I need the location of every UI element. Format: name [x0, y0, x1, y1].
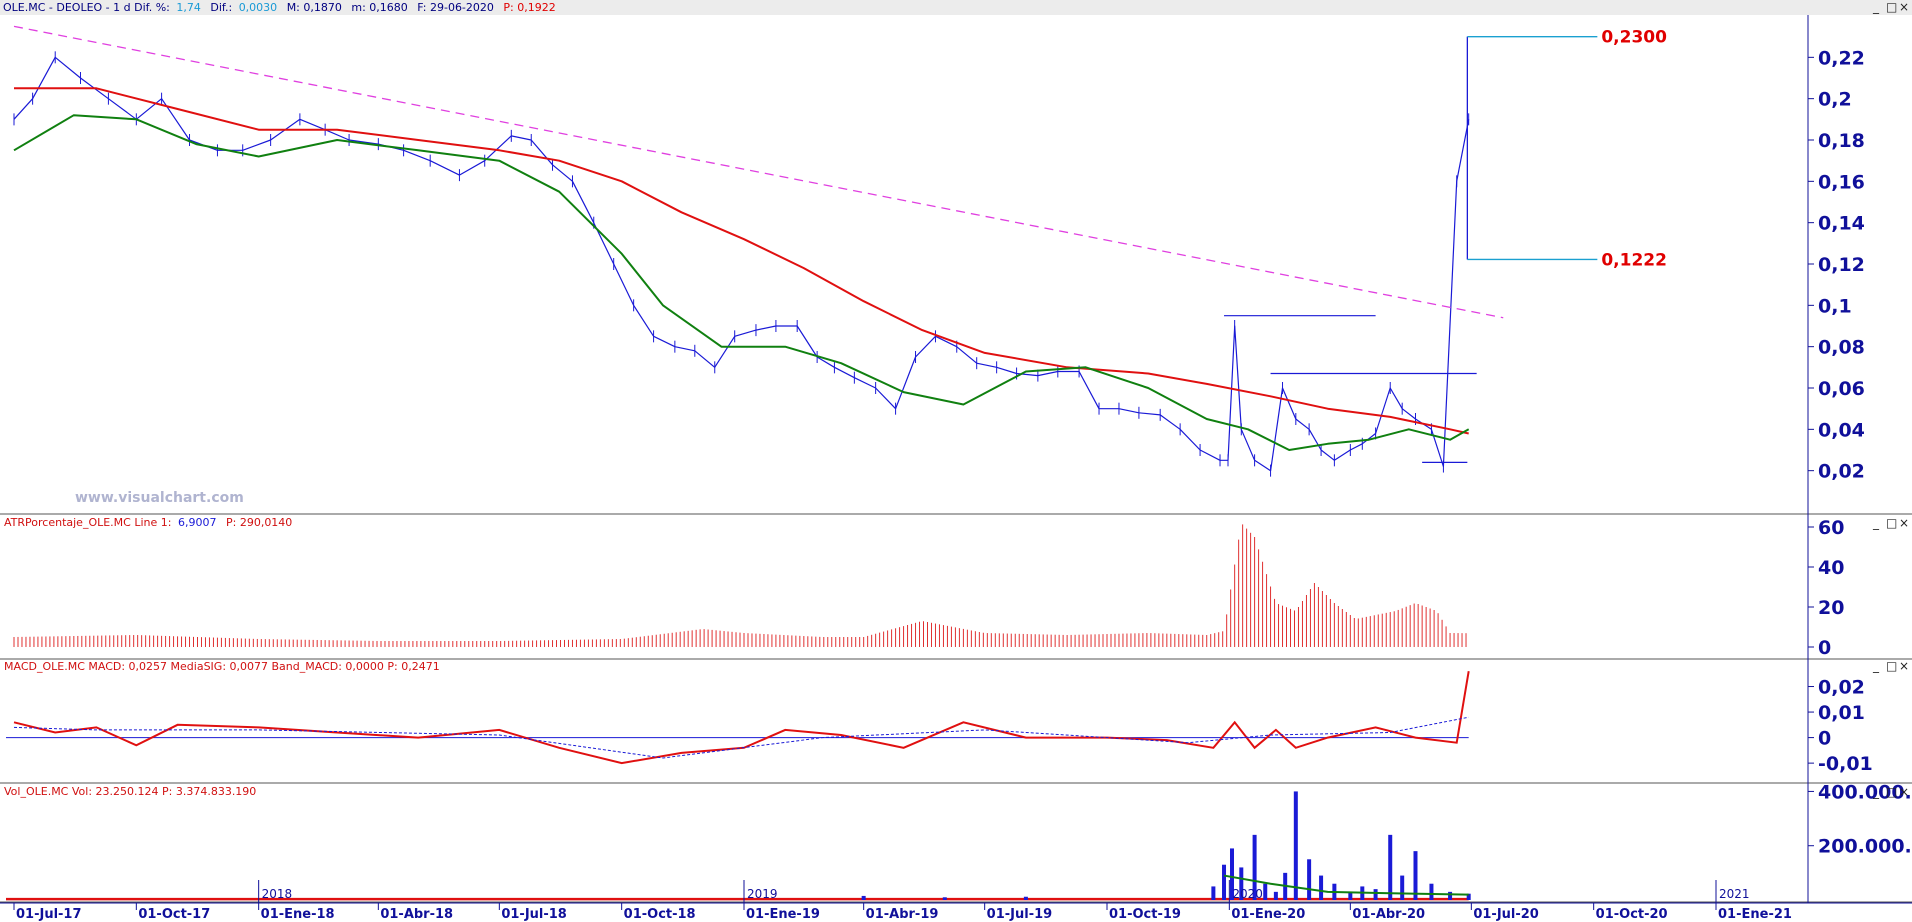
- volume-bar: [942, 897, 947, 900]
- volume-bar: [1388, 834, 1393, 900]
- volume-bar: [1263, 883, 1268, 900]
- series-ma_fast: [13, 114, 1470, 451]
- window-control-close[interactable]: ×: [1899, 659, 1909, 673]
- volume-bar: [1293, 791, 1298, 900]
- volume-bar: [1222, 864, 1227, 900]
- year-label: 2020: [1232, 887, 1263, 901]
- volume-bar: [1023, 896, 1028, 900]
- macd-ytick-label: 0,01: [1818, 702, 1865, 724]
- price-ytick-label: 0,18: [1818, 130, 1865, 152]
- header-dif: 0,0030: [239, 1, 278, 14]
- header-price: P: 0,1922: [503, 1, 555, 14]
- window-control-maximize[interactable]: □: [1886, 516, 1897, 530]
- header-min: m: 0,1680: [351, 1, 407, 14]
- window-control-minimize[interactable]: _: [1872, 659, 1880, 673]
- price-ytick-label: 0,12: [1818, 254, 1865, 276]
- x-tick-label: 01-Oct-18: [624, 907, 696, 922]
- volume-bar: [1448, 891, 1453, 900]
- x-tick-label: 01-Jul-19: [987, 907, 1053, 922]
- series-price: [13, 56, 1470, 472]
- price-ytick-label: 0,1: [1818, 295, 1852, 317]
- header-max: M: 0,1870: [287, 1, 342, 14]
- price-ytick-label: 0,08: [1818, 337, 1865, 359]
- window-control-maximize[interactable]: □: [1886, 0, 1897, 14]
- main-header: OLE.MC - DEOLEO - 1 d Dif. %: 1,74 Dif.:…: [3, 1, 556, 14]
- volume-bar: [1273, 891, 1278, 900]
- x-tick-label: 01-Abr-20: [1352, 907, 1425, 922]
- series-macd: [13, 671, 1470, 765]
- price-ytick-label: 0,22: [1818, 47, 1865, 69]
- price-ytick-label: 0,16: [1818, 171, 1865, 193]
- volume-bar: [1319, 875, 1324, 900]
- window-control-minimize[interactable]: _: [1872, 516, 1880, 530]
- x-tick-label: 01-Abr-18: [380, 907, 453, 922]
- price-ytick-label: 0,14: [1818, 213, 1865, 235]
- atr-ytick-label: 60: [1818, 517, 1844, 539]
- macd-ytick-label: -0,01: [1818, 753, 1873, 775]
- price-ytick-label: 0,06: [1818, 378, 1865, 400]
- window-control-minimize[interactable]: _: [1872, 785, 1880, 799]
- atr-header-price: P: 290,0140: [226, 516, 292, 529]
- panel-frames: [0, 15, 1912, 904]
- x-tick-label: 01-Oct-17: [138, 907, 210, 922]
- window-control-minimize[interactable]: _: [1872, 0, 1880, 14]
- vol-ytick-label: 400.000.0: [1818, 781, 1912, 803]
- price-ytick-label: 0,02: [1818, 461, 1865, 483]
- price-ytick-label: 0,2: [1818, 89, 1852, 111]
- x-tick-label: 01-Ene-18: [261, 907, 335, 922]
- plot-layer: 0,2300 0,1222: [6, 25, 1667, 901]
- chart-canvas: OLE.MC - DEOLEO - 1 d Dif. %: 1,74 Dif.:…: [0, 0, 1912, 922]
- atr-ytick-label: 40: [1818, 557, 1844, 579]
- window-control-close[interactable]: ×: [1899, 785, 1909, 799]
- volume-bar: [1429, 883, 1434, 900]
- macd-header: MACD_OLE.MC MACD: 0,0257 MediaSIG: 0,007…: [4, 660, 440, 673]
- range-level-label: 0,1222: [1601, 250, 1667, 270]
- x-tick-label: 01-Jul-17: [16, 907, 82, 922]
- volume-bar: [1373, 889, 1378, 900]
- watermark: www.visualchart.com: [75, 490, 244, 506]
- x-tick-label: 01-Oct-19: [1109, 907, 1181, 922]
- atr-header-value: 6,9007: [178, 516, 217, 529]
- header-date: F: 29-06-2020: [417, 1, 494, 14]
- vol-header: Vol_OLE.MC Vol: 23.250.124 P: 3.374.833.…: [4, 785, 256, 798]
- x-tick-label: 01-Jul-18: [501, 907, 567, 922]
- series-ma_slow: [14, 87, 1469, 435]
- vol-ytick-label: 200.000.0: [1818, 836, 1912, 858]
- atr-ytick-label: 20: [1818, 597, 1844, 619]
- window-control-close[interactable]: ×: [1899, 0, 1909, 14]
- x-tick-label: 01-Jul-20: [1473, 907, 1539, 922]
- year-label: 2018: [262, 887, 293, 901]
- x-tick-label: 01-Ene-20: [1231, 907, 1305, 922]
- macd-ytick-label: 0,02: [1818, 677, 1865, 699]
- window-control-maximize[interactable]: □: [1886, 785, 1897, 799]
- x-tick-label: 01-Oct-20: [1596, 907, 1668, 922]
- year-label: 2019: [747, 887, 778, 901]
- volume-bar: [1211, 886, 1216, 900]
- trendline-resistance: [13, 25, 1504, 319]
- macd-ytick-label: 0: [1818, 728, 1831, 750]
- x-tick-label: 01-Ene-19: [746, 907, 820, 922]
- atr-ytick-label: 0: [1818, 637, 1831, 659]
- range-level-label: 0,2300: [1601, 28, 1667, 48]
- header-prefix: OLE.MC - DEOLEO - 1 d Dif. %:: [3, 1, 170, 14]
- axes-layer: 0,02 0,04 0,06 0,08 0,1 0,12 0,14 0,16 0,18 0,2 0,…: [13, 47, 1912, 922]
- volume-bar: [861, 895, 866, 900]
- volume-bar: [1400, 875, 1405, 900]
- x-tick-label: 01-Ene-21: [1718, 907, 1792, 922]
- atr-header-label: ATRPorcentaje_OLE.MC Line 1:: [4, 516, 171, 529]
- price-ytick-label: 0,04: [1818, 419, 1865, 441]
- year-label: 2021: [1719, 887, 1750, 901]
- window-control-close[interactable]: ×: [1899, 516, 1909, 530]
- header-dif-pct: 1,74: [176, 1, 201, 14]
- window-control-maximize[interactable]: □: [1886, 659, 1897, 673]
- window-controls: _ □ ×_ □ ×_ □ ×_ □ ×: [1872, 0, 1909, 799]
- volume-bar: [1307, 859, 1312, 900]
- header-dif-label: Dif.:: [210, 1, 232, 14]
- x-tick-label: 01-Abr-19: [866, 907, 939, 922]
- atr-header: ATRPorcentaje_OLE.MC Line 1: 6,9007 P: 2…: [4, 516, 292, 529]
